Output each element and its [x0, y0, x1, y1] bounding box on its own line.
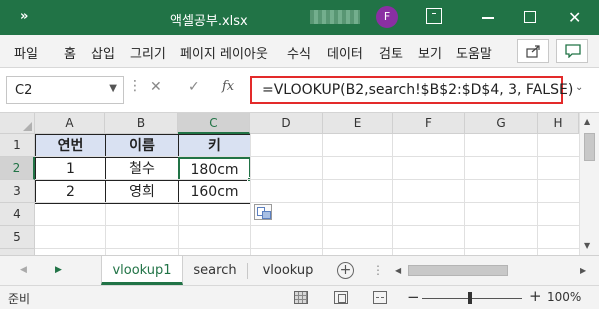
- row-header-1[interactable]: 1: [0, 134, 35, 157]
- formula-input[interactable]: =VLOOKUP(B2,search!$B$2:$D$4, 3, FALSE): [250, 76, 573, 104]
- formula-text: =VLOOKUP(B2,search!$B$2:$D$4, 3, FALSE): [262, 82, 574, 98]
- gridlines: [35, 134, 579, 255]
- column-header-d[interactable]: D: [250, 113, 323, 134]
- horizontal-scroll-thumb[interactable]: [408, 265, 508, 276]
- column-header-b[interactable]: B: [105, 113, 178, 134]
- select-all-corner[interactable]: [0, 113, 35, 134]
- zoom-level[interactable]: 100%: [547, 290, 581, 304]
- zoom-slider-thumb[interactable]: [468, 292, 472, 304]
- expand-formula-bar-icon[interactable]: ⌄: [575, 82, 583, 93]
- row-header-2[interactable]: 2: [0, 157, 35, 180]
- column-header-h[interactable]: H: [538, 113, 579, 134]
- menu-view[interactable]: 보기: [418, 43, 442, 62]
- row-header-3[interactable]: 3: [0, 180, 35, 203]
- row-header-5[interactable]: 5: [0, 226, 35, 249]
- more-icon[interactable]: ⋮: [128, 78, 142, 94]
- status-mode: 준비: [8, 292, 31, 306]
- zoom-out-icon[interactable]: −: [407, 288, 420, 306]
- scroll-right-icon[interactable]: ▶: [580, 266, 586, 275]
- column-header-a[interactable]: A: [35, 113, 105, 134]
- cancel-icon[interactable]: ✕: [150, 79, 162, 95]
- page-layout-view-icon[interactable]: [334, 291, 348, 304]
- menu-draw[interactable]: 그리기: [130, 43, 166, 62]
- maximize-icon[interactable]: [524, 11, 536, 23]
- comment-icon: [565, 44, 581, 58]
- column-header-e[interactable]: E: [323, 113, 393, 134]
- more-icon[interactable]: ⋮: [372, 263, 384, 277]
- user-name-redacted: [310, 10, 360, 24]
- title-bar: » 액셀공부.xlsx F ✕: [0, 0, 599, 35]
- sheet-tab-vlookup[interactable]: vlookup: [250, 256, 326, 285]
- sheet-tabs-bar: ◀ ▶ vlookup1 search vlookup + ⋮ ◀ ▶: [0, 255, 599, 285]
- ribbon-display-options-icon[interactable]: [426, 8, 442, 24]
- scroll-left-icon[interactable]: ◀: [395, 266, 401, 275]
- vertical-scroll-thumb[interactable]: [584, 133, 595, 161]
- zoom-in-icon[interactable]: +: [529, 287, 542, 305]
- row-header-4[interactable]: 4: [0, 203, 35, 226]
- scroll-up-icon[interactable]: ▲: [584, 117, 590, 126]
- normal-view-icon[interactable]: [294, 291, 308, 304]
- formula-bar: C2 ▼ ⋮ ✕ ✓ fx =VLOOKUP(B2,search!$B$2:$D…: [0, 68, 599, 113]
- prev-sheet-icon[interactable]: ◀: [20, 265, 27, 275]
- close-icon[interactable]: ✕: [568, 8, 581, 27]
- name-box[interactable]: C2 ▼: [6, 76, 124, 104]
- menu-file[interactable]: 파일: [14, 43, 38, 62]
- minimize-icon[interactable]: [482, 17, 494, 19]
- excel-window: » 액셀공부.xlsx F ✕ 파일 홈 삽입 그리기 페이지 레이아웃 수식 …: [0, 0, 599, 309]
- share-button[interactable]: [517, 39, 549, 63]
- page-break-view-icon[interactable]: [373, 291, 387, 304]
- window-title: 액셀공부.xlsx: [170, 14, 248, 29]
- vertical-scrollbar[interactable]: ▲ ▼: [579, 113, 599, 255]
- add-sheet-button[interactable]: +: [337, 262, 354, 279]
- column-header-f[interactable]: F: [393, 113, 465, 134]
- chevron-down-icon[interactable]: ▼: [109, 83, 117, 94]
- menu-home[interactable]: 홈: [64, 43, 76, 62]
- insert-function-icon[interactable]: fx: [222, 79, 234, 94]
- quick-access-chevron-icon[interactable]: »: [20, 9, 28, 24]
- share-icon: [526, 45, 540, 58]
- avatar[interactable]: F: [376, 6, 398, 28]
- comments-button[interactable]: [556, 39, 588, 63]
- status-bar: 준비 − + 100%: [0, 285, 599, 309]
- zoom-slider[interactable]: [422, 298, 522, 299]
- menu-insert[interactable]: 삽입: [91, 43, 115, 62]
- menu-formulas[interactable]: 수식: [287, 43, 311, 62]
- menu-help[interactable]: 도움말: [456, 43, 492, 62]
- menu-review[interactable]: 검토: [379, 43, 403, 62]
- worksheet-grid[interactable]: A B C D E F G H 1 2 3 4 5 6 연번 이름 키 1 철수…: [0, 113, 599, 255]
- scroll-down-icon[interactable]: ▼: [584, 241, 590, 250]
- sheet-tab-search[interactable]: search: [185, 256, 245, 285]
- enter-check-icon[interactable]: ✓: [188, 79, 200, 95]
- sheet-tab-vlookup1[interactable]: vlookup1: [101, 256, 183, 285]
- column-header-g[interactable]: G: [465, 113, 538, 134]
- menu-page-layout[interactable]: 페이지 레이아웃: [180, 43, 268, 62]
- column-header-c[interactable]: C: [178, 113, 250, 134]
- name-box-value: C2: [15, 83, 33, 98]
- menu-data[interactable]: 데이터: [327, 43, 363, 62]
- next-sheet-icon[interactable]: ▶: [55, 265, 62, 275]
- tab-separator: [247, 263, 248, 279]
- ribbon-tabs: 파일 홈 삽입 그리기 페이지 레이아웃 수식 데이터 검토 보기 도움말: [0, 35, 599, 68]
